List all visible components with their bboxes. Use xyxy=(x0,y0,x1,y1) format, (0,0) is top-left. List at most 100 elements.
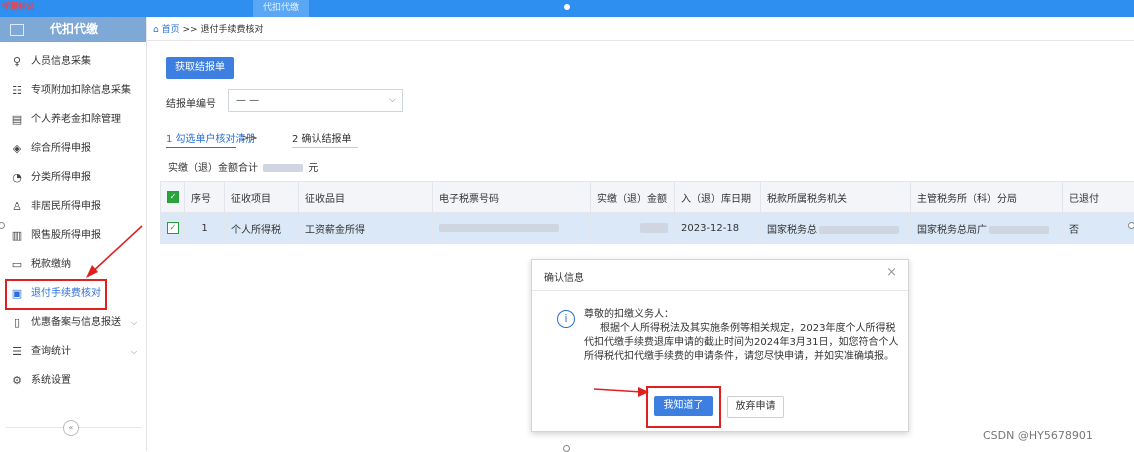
annotation-highlight-button xyxy=(646,386,721,428)
folder-icon: ▭ xyxy=(10,253,24,277)
amount-summary-label: 实缴（退）金额合计 xyxy=(168,163,258,174)
table-row[interactable]: ✓ 1 个人所得税 工资薪金所得 2023-12-18 国家税务总 国家税务总局… xyxy=(161,213,1134,244)
sidebar-item-label: 非居民所得申报 xyxy=(31,195,101,219)
chevron-down-icon: ⌵ xyxy=(389,90,396,111)
person-icon: ♀ xyxy=(10,50,24,74)
column-header: 已退付 xyxy=(1063,182,1134,213)
sidebar-item-person[interactable]: ♀ 人员信息采集 xyxy=(0,50,146,74)
chevron-down-icon: ⌵ xyxy=(131,311,137,335)
row-select-cell[interactable]: ✓ xyxy=(161,213,185,244)
row-refunded: 否 xyxy=(1063,213,1134,244)
sidebar-item-user[interactable]: ♙ 非居民所得申报 xyxy=(0,195,146,219)
info-icon: i xyxy=(557,310,575,328)
column-header: 序号 xyxy=(185,182,225,213)
sidebar-item-clock[interactable]: ◔ 分类所得申报 xyxy=(0,166,146,190)
column-header: 电子税票号码 xyxy=(433,182,591,213)
row-branch: 国家税务总局广 xyxy=(911,213,1063,244)
abandon-application-button[interactable]: 放弃申请 xyxy=(727,396,784,418)
row-tax-office-text: 国家税务总 xyxy=(767,225,817,236)
dialog-body: 根据个人所得税法及其实施条例等相关规定，2023年度个人所得税代扣代缴手续费退库… xyxy=(584,322,900,364)
sidebar-item-layers[interactable]: ◈ 综合所得申报 xyxy=(0,137,146,161)
sidebar-title: 代扣代缴 xyxy=(50,17,98,42)
row-ticket-no xyxy=(433,213,591,244)
chevron-down-icon: ⌵ xyxy=(131,340,137,364)
brand-logo-text: 学税标记 xyxy=(2,1,34,12)
sidebar-item-file[interactable]: ▯优惠备案与信息报送⌵ xyxy=(0,311,146,335)
sidebar-item-list[interactable]: ☷ 专项附加扣除信息采集 xyxy=(0,79,146,103)
layers-icon: ◈ xyxy=(10,137,24,161)
annotation-highlight-menu xyxy=(5,279,107,310)
breadcrumb-divider xyxy=(147,40,1134,41)
row-checkbox[interactable]: ✓ xyxy=(167,222,179,234)
sidebar-item-label: 专项附加扣除信息采集 xyxy=(31,79,131,103)
collapse-sidebar-icon[interactable]: « xyxy=(63,420,79,436)
module-tab[interactable]: 代扣代缴 xyxy=(253,0,309,17)
refund-table: ✓ 序号 征收项目 征收品目 电子税票号码 实缴（退）金额 入（退）库日期 税款… xyxy=(160,181,1134,244)
redacted-amount-cell xyxy=(640,223,668,233)
redacted-amount xyxy=(263,164,303,172)
step-2-underline xyxy=(292,147,358,148)
sidebar-item-label: 优惠备案与信息报送 xyxy=(31,311,121,335)
row-no: 1 xyxy=(185,213,225,244)
row-category: 工资薪金所得 xyxy=(299,213,433,244)
fetch-bill-button[interactable]: 获取结报单 xyxy=(166,57,234,79)
row-date: 2023-12-18 xyxy=(675,213,761,244)
breadcrumb: ⌂ 首页 >> 退付手续费核对 xyxy=(153,22,263,35)
dialog-message: 尊敬的扣缴义务人： 根据个人所得税法及其实施条例等相关规定，2023年度个人所得… xyxy=(584,308,900,364)
select-all-cell[interactable]: ✓ xyxy=(161,182,185,213)
table-resize-handle[interactable] xyxy=(1128,222,1134,229)
document-icon: ▤ xyxy=(10,108,24,132)
amount-unit: 元 xyxy=(308,163,318,174)
bar-chart-icon: ▥ xyxy=(10,224,24,248)
sidebar-item-query[interactable]: ☰查询统计⌵ xyxy=(0,340,146,364)
step-separator: >> xyxy=(241,133,258,144)
watermark: CSDN @HY5678901 xyxy=(983,429,1093,442)
column-header: 税款所属税务机关 xyxy=(761,182,911,213)
redacted-tax-office xyxy=(819,226,899,234)
sidebar-item-label: 系统设置 xyxy=(31,369,71,393)
close-icon[interactable]: × xyxy=(886,265,897,280)
sidebar-header: 代扣代缴 xyxy=(0,17,146,42)
column-header: 征收品目 xyxy=(299,182,433,213)
amount-summary: 实缴（退）金额合计 元 xyxy=(168,159,318,174)
sidebar-item-label: 个人养老金扣除管理 xyxy=(31,108,121,132)
redacted-ticket-no xyxy=(439,224,559,232)
sidebar-item-gear[interactable]: ⚙ 系统设置 xyxy=(0,369,146,393)
redacted-branch xyxy=(989,226,1049,234)
column-header: 实缴（退）金额 xyxy=(591,182,675,213)
bill-no-label: 结报单编号 xyxy=(166,95,216,110)
annotation-arrow-button xyxy=(592,380,652,404)
gear-icon: ⚙ xyxy=(10,369,24,393)
home-icon[interactable]: ⌂ xyxy=(153,25,159,35)
dialog-divider xyxy=(532,290,908,291)
dialog-greeting: 尊敬的扣缴义务人： xyxy=(584,308,900,322)
sidebar-item-label: 分类所得申报 xyxy=(31,166,91,190)
top-bar: 学税标记 代扣代缴 xyxy=(0,0,1134,17)
dialog-title: 确认信息 xyxy=(544,269,584,284)
table-header-row: ✓ 序号 征收项目 征收品目 电子税票号码 实缴（退）金额 入（退）库日期 税款… xyxy=(161,182,1134,213)
row-amount xyxy=(591,213,675,244)
sidebar-item-document[interactable]: ▤ 个人养老金扣除管理 xyxy=(0,108,146,132)
step-1-underline xyxy=(166,147,236,148)
row-tax-office: 国家税务总 xyxy=(761,213,911,244)
sidebar-item-label: 人员信息采集 xyxy=(31,50,91,74)
row-item: 个人所得税 xyxy=(225,213,299,244)
sidebar-item-label: 税款缴纳 xyxy=(31,253,71,277)
tab-step-2[interactable]: 2 确认结报单 xyxy=(292,130,352,145)
user-icon: ♙ xyxy=(10,195,24,219)
sidebar-item-label: 综合所得申报 xyxy=(31,137,91,161)
status-dot xyxy=(564,4,570,10)
row-branch-text: 国家税务总局广 xyxy=(917,225,987,236)
column-header: 入（退）库日期 xyxy=(675,182,761,213)
list-icon: ☷ xyxy=(10,79,24,103)
clock-icon: ◔ xyxy=(10,166,24,190)
bill-no-select[interactable]: — — ⌵ xyxy=(228,89,403,112)
annotation-arrow-menu xyxy=(80,222,150,282)
breadcrumb-current: 退付手续费核对 xyxy=(200,25,263,35)
column-header: 征收项目 xyxy=(225,182,299,213)
breadcrumb-home[interactable]: 首页 xyxy=(162,25,180,35)
sidebar-item-label: 查询统计 xyxy=(31,340,71,364)
bill-no-value: — — xyxy=(236,90,259,111)
select-all-checkbox[interactable]: ✓ xyxy=(167,191,179,203)
column-header: 主管税务所（科）分局 xyxy=(911,182,1063,213)
